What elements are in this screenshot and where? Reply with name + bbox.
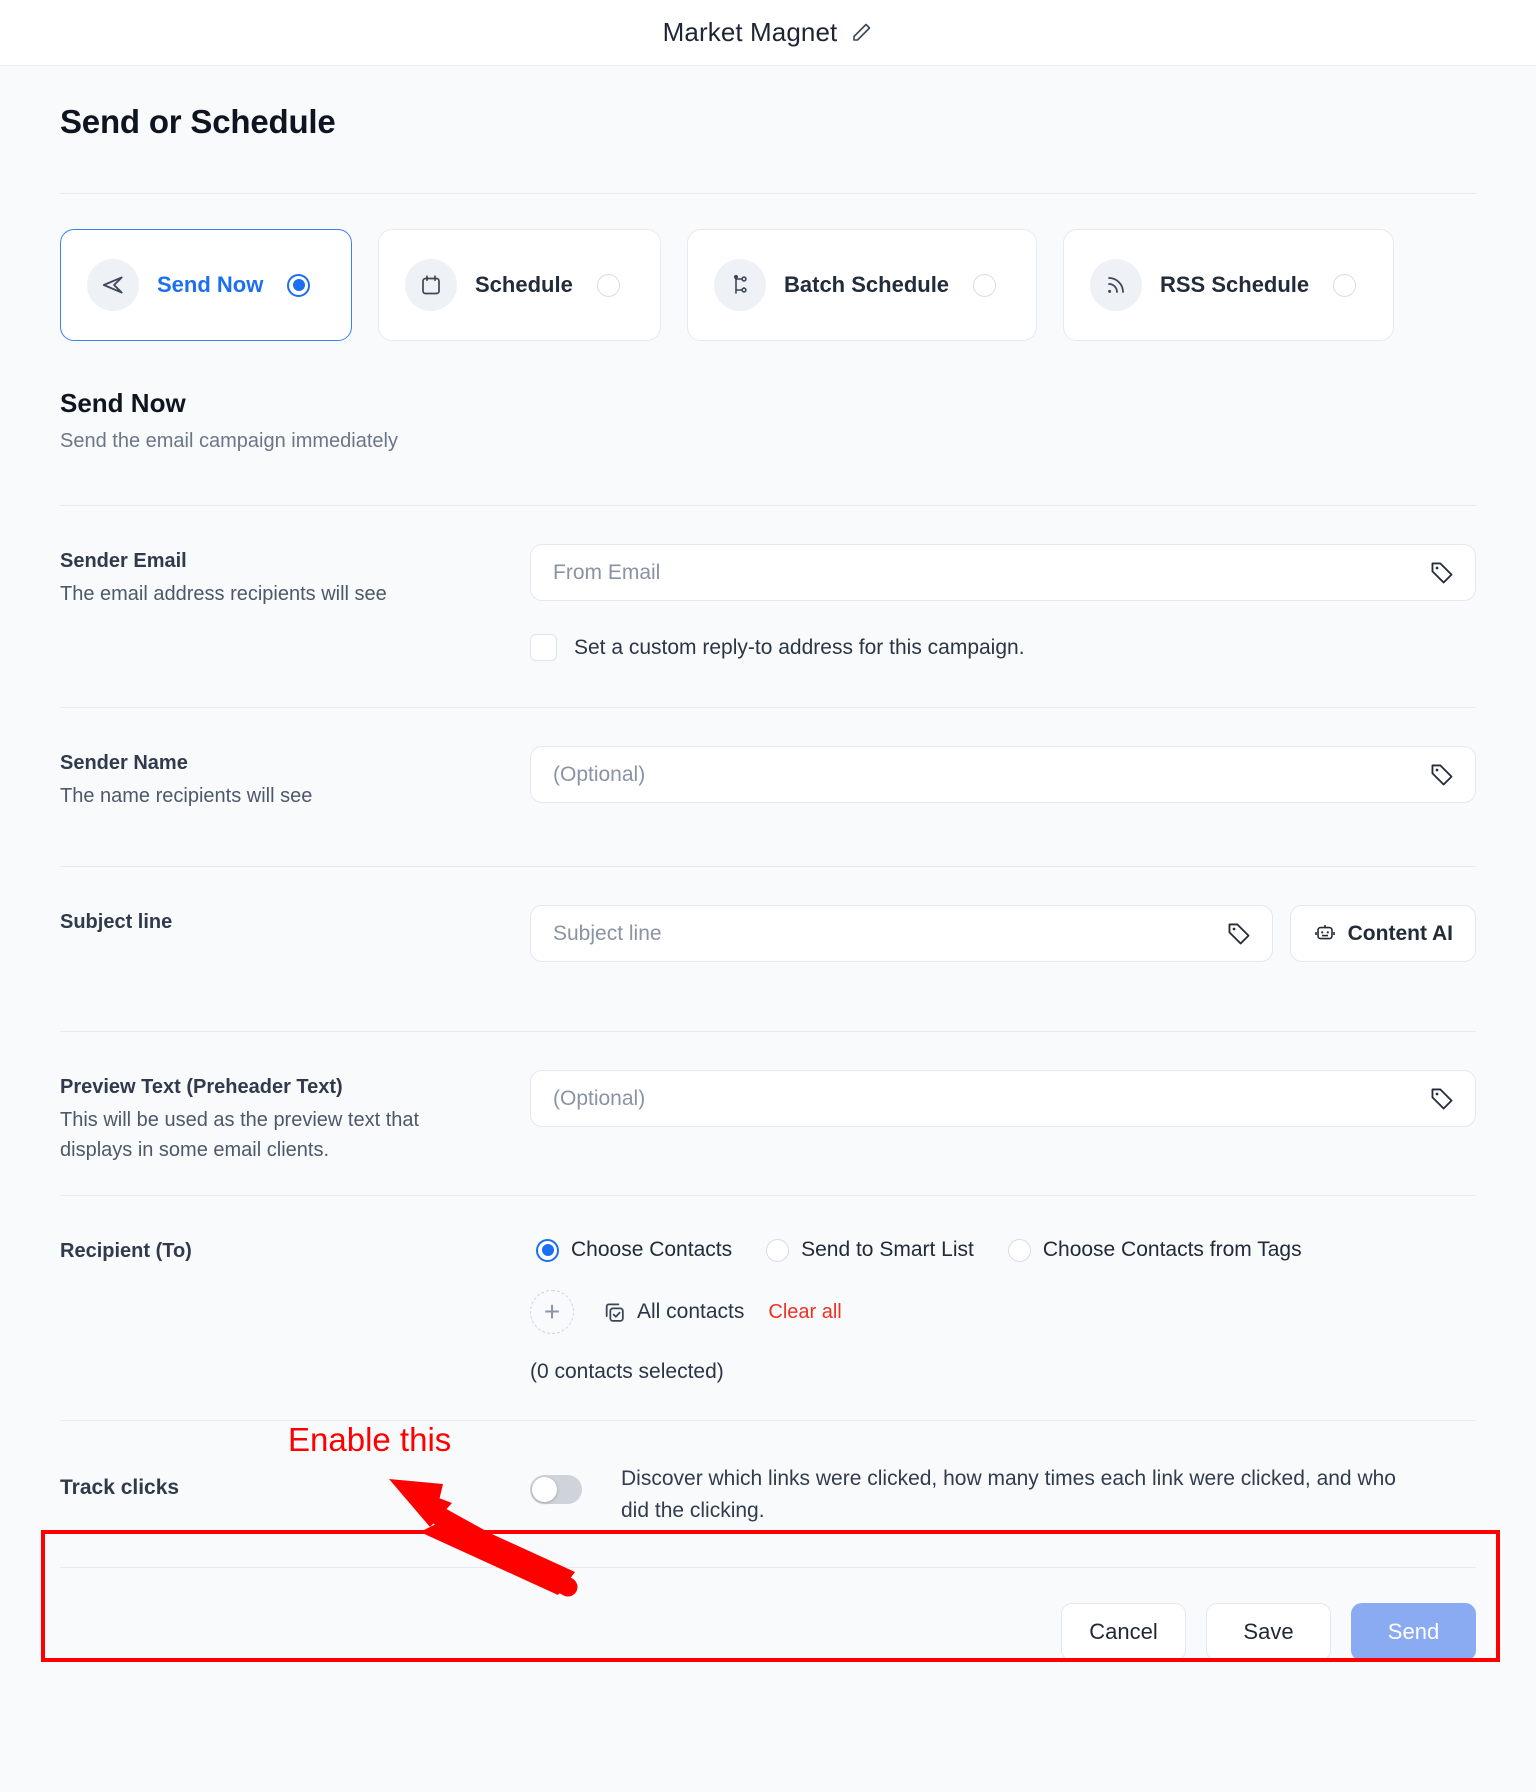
preview-text-placeholder: (Optional) — [553, 1086, 646, 1110]
mode-radio-rss-schedule[interactable] — [1333, 273, 1357, 297]
tag-icon[interactable] — [1429, 560, 1455, 586]
sender-email-sublabel: The email address recipients will see — [60, 583, 387, 605]
all-contacts-chip[interactable]: All contacts — [602, 1300, 744, 1325]
field-row-sender-email: Sender Email The email address recipient… — [60, 506, 1476, 661]
contacts-selected-count: (0 contacts selected) — [530, 1360, 724, 1383]
recipient-label: Recipient (To) — [60, 1240, 192, 1262]
mode-card-schedule[interactable]: Schedule — [378, 229, 661, 341]
sender-name-label: Sender Name — [60, 752, 188, 774]
recipient-option-label: Send to Smart List — [801, 1238, 974, 1261]
preview-text-field-group: (Optional) — [530, 1070, 1476, 1127]
tag-icon[interactable] — [1429, 1086, 1455, 1112]
recipient-label-group: Recipient (To) — [60, 1234, 530, 1263]
preview-text-sublabel: This will be used as the preview text th… — [60, 1109, 420, 1161]
send-button[interactable]: Send — [1351, 1602, 1476, 1661]
content-ai-button[interactable]: Content AI — [1289, 905, 1476, 962]
mode-radio-schedule[interactable] — [596, 273, 620, 297]
recipient-option-choose-contacts[interactable]: Choose Contacts — [530, 1238, 732, 1262]
send-plane-icon — [87, 259, 139, 311]
preview-text-label: Preview Text (Preheader Text) — [60, 1076, 343, 1098]
tag-icon[interactable] — [1429, 762, 1455, 788]
sender-email-input[interactable]: From Email — [530, 544, 1476, 601]
subject-line-input[interactable]: Subject line — [530, 905, 1273, 962]
recipient-selection-row: + All contacts Clear all — [530, 1290, 1476, 1334]
mode-card-batch-schedule[interactable]: Batch Schedule — [687, 229, 1037, 341]
recipient-option-label: Choose Contacts from Tags — [1042, 1238, 1302, 1261]
mode-radio-send-now[interactable] — [287, 273, 311, 297]
recipient-option-smart-list[interactable]: Send to Smart List — [760, 1238, 974, 1262]
field-row-sender-name: Sender Name The name recipients will see… — [60, 708, 1476, 828]
field-row-preview-text: Preview Text (Preheader Text) This will … — [60, 1032, 1476, 1165]
track-clicks-label: Track clicks — [60, 1476, 180, 1499]
robot-icon — [1313, 922, 1337, 946]
preview-text-label-group: Preview Text (Preheader Text) This will … — [60, 1070, 530, 1165]
sender-email-field-group: From Email Set a custom reply-to address… — [530, 544, 1476, 661]
sender-name-field-group: (Optional) — [530, 746, 1476, 803]
recipient-radio-smart-list[interactable] — [766, 1238, 790, 1262]
subject-line-field-group: Subject line Content AI — [530, 905, 1476, 962]
sender-name-label-group: Sender Name The name recipients will see — [60, 746, 530, 811]
all-contacts-label: All contacts — [637, 1300, 745, 1323]
main-content: Send or Schedule Send Now Schedule Batch… — [0, 66, 1536, 1699]
copy-check-icon — [602, 1300, 627, 1325]
recipient-field-group: Choose Contacts Send to Smart List Choos… — [530, 1234, 1476, 1384]
mode-card-send-now[interactable]: Send Now — [60, 229, 352, 341]
field-row-track-clicks: Track clicks Discover which links were c… — [60, 1421, 1476, 1567]
app-page: Market Magnet Send or Schedule Send Now — [0, 0, 1536, 1792]
tag-icon[interactable] — [1226, 921, 1252, 947]
mode-description-title: Send Now — [60, 388, 186, 418]
heading-divider — [60, 193, 1476, 194]
toggle-knob — [532, 1477, 557, 1502]
sender-name-placeholder: (Optional) — [553, 762, 646, 786]
subject-line-label-group: Subject line — [60, 905, 530, 934]
pencil-icon[interactable] — [849, 21, 873, 45]
recipient-option-from-tags[interactable]: Choose Contacts from Tags — [1002, 1238, 1302, 1262]
mode-label-batch-schedule: Batch Schedule — [784, 272, 950, 297]
content-ai-label: Content AI — [1347, 921, 1453, 945]
sender-email-label-group: Sender Email The email address recipient… — [60, 544, 530, 609]
mode-description: Send Now Send the email campaign immedia… — [60, 388, 1476, 453]
mode-label-rss-schedule: RSS Schedule — [1160, 272, 1310, 297]
annotation-text: Enable this — [288, 1421, 452, 1458]
recipient-options: Choose Contacts Send to Smart List Choos… — [530, 1234, 1476, 1262]
sender-email-label: Sender Email — [60, 550, 187, 572]
field-row-recipient: Recipient (To) Choose Contacts Send to S… — [60, 1196, 1476, 1384]
preview-text-input[interactable]: (Optional) — [530, 1070, 1476, 1127]
cancel-button[interactable]: Cancel — [1061, 1602, 1186, 1661]
mode-card-rss-schedule[interactable]: RSS Schedule — [1063, 229, 1394, 341]
mode-label-schedule: Schedule — [475, 272, 573, 297]
branch-icon — [714, 259, 766, 311]
plus-icon[interactable]: + — [530, 1290, 574, 1334]
sender-name-sublabel: The name recipients will see — [60, 785, 313, 807]
window-titlebar: Market Magnet — [0, 0, 1536, 66]
recipient-option-label: Choose Contacts — [571, 1238, 733, 1261]
save-button[interactable]: Save — [1206, 1602, 1331, 1661]
reply-to-checkbox-label: Set a custom reply-to address for this c… — [574, 635, 1025, 659]
rss-icon — [1090, 259, 1142, 311]
mode-description-subtitle: Send the email campaign immediately — [60, 430, 398, 452]
recipient-radio-choose-contacts[interactable] — [536, 1238, 559, 1262]
page-title: Market Magnet — [662, 17, 838, 47]
sender-name-input[interactable]: (Optional) — [530, 746, 1476, 803]
send-mode-selector: Send Now Schedule Batch Schedule RSS Sch… — [60, 229, 1476, 341]
recipient-radio-from-tags[interactable] — [1007, 1238, 1031, 1262]
mode-radio-batch-schedule[interactable] — [973, 273, 997, 297]
section-heading: Send or Schedule — [60, 103, 336, 140]
subject-line-row: Subject line Content AI — [530, 905, 1476, 962]
subject-line-label: Subject line — [60, 911, 173, 933]
track-clicks-description: Discover which links were clicked, how m… — [621, 1467, 1396, 1522]
reply-to-checkbox-row[interactable]: Set a custom reply-to address for this c… — [530, 634, 1476, 661]
subject-line-placeholder: Subject line — [553, 921, 662, 945]
footer-actions: Cancel Save Send — [60, 1568, 1476, 1699]
sender-email-placeholder: From Email — [553, 560, 661, 584]
clear-all-link[interactable]: Clear all — [768, 1301, 841, 1324]
mode-label-send-now: Send Now — [157, 272, 264, 297]
track-clicks-toggle[interactable] — [530, 1475, 582, 1504]
field-row-subject-line: Subject line Subject line Content AI — [60, 867, 1476, 987]
calendar-icon — [405, 259, 457, 311]
reply-to-checkbox[interactable] — [530, 634, 557, 661]
